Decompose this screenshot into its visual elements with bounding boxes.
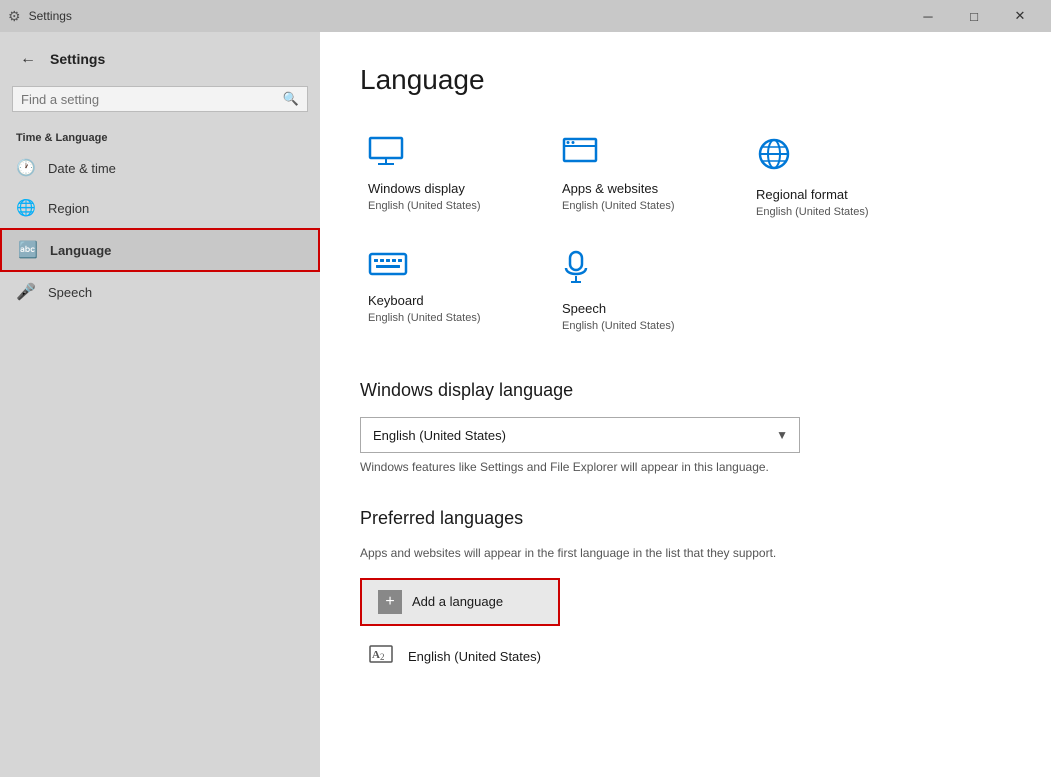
windows-display-icon [368, 136, 522, 173]
sidebar-item-label-date-time: Date & time [48, 161, 116, 176]
settings-icon: ⚙ [8, 8, 21, 25]
sidebar-item-label-speech: Speech [48, 285, 92, 300]
language-dropdown[interactable]: English (United States) [360, 417, 800, 453]
language-icon: 🔤 [18, 240, 38, 260]
category-sub-windows-display: English (United States) [368, 200, 522, 212]
category-regional-format[interactable]: Regional format English (United States) [748, 124, 918, 230]
plus-icon: + [378, 590, 402, 614]
language-list-item-english[interactable]: A 2 English (United States) [360, 630, 1003, 684]
preferred-languages-section: Preferred languages Apps and websites wi… [360, 508, 1003, 684]
language-dropdown-wrapper: English (United States) ▼ [360, 417, 800, 453]
sidebar-section-title: Time & Language [0, 124, 320, 148]
speech-category-icon [562, 250, 716, 293]
main-content: Language Windows display English (United… [320, 32, 1051, 777]
category-windows-display[interactable]: Windows display English (United States) [360, 124, 530, 230]
add-language-button[interactable]: + Add a language [360, 578, 560, 626]
keyboard-icon [368, 250, 522, 285]
date-time-icon: 🕐 [16, 158, 36, 178]
category-name-apps-websites: Apps & websites [562, 181, 716, 196]
sidebar-item-language[interactable]: 🔤 Language [0, 228, 320, 272]
sidebar-item-speech[interactable]: 🎤 Speech [0, 272, 320, 312]
sidebar-item-label-language: Language [50, 243, 111, 258]
search-box[interactable]: 🔍 [12, 86, 308, 112]
maximize-button[interactable]: □ [951, 0, 997, 32]
sidebar-app-title: Settings [50, 51, 105, 67]
minimize-button[interactable]: ─ [905, 0, 951, 32]
search-input[interactable] [21, 92, 283, 107]
category-apps-websites[interactable]: Apps & websites English (United States) [554, 124, 724, 230]
category-sub-keyboard: English (United States) [368, 312, 522, 324]
page-title: Language [360, 64, 1003, 96]
sidebar-item-label-region: Region [48, 201, 89, 216]
category-grid: Windows display English (United States) … [360, 124, 1003, 344]
preferred-languages-description: Apps and websites will appear in the fir… [360, 545, 1003, 562]
sidebar-nav: 🕐 Date & time 🌐 Region 🔤 Language 🎤 Spee… [0, 148, 320, 777]
windows-display-lang-title: Windows display language [360, 380, 1003, 401]
category-name-keyboard: Keyboard [368, 293, 522, 308]
close-button[interactable]: ✕ [997, 0, 1043, 32]
add-language-label: Add a language [412, 594, 503, 609]
sidebar-header: ← Settings [0, 36, 320, 82]
category-name-regional-format: Regional format [756, 187, 910, 202]
category-keyboard[interactable]: Keyboard English (United States) [360, 238, 530, 344]
title-bar-controls: ─ □ ✕ [905, 0, 1043, 32]
sidebar-item-date-time[interactable]: 🕐 Date & time [0, 148, 320, 188]
region-icon: 🌐 [16, 198, 36, 218]
windows-display-lang-description: Windows features like Settings and File … [360, 459, 800, 476]
svg-text:A: A [372, 649, 380, 661]
windows-display-language-section: Windows display language English (United… [360, 380, 1003, 476]
title-bar: ⚙ Settings ─ □ ✕ [0, 0, 1051, 32]
regional-format-icon [756, 136, 910, 179]
preferred-languages-title: Preferred languages [360, 508, 1003, 529]
category-name-windows-display: Windows display [368, 181, 522, 196]
back-button[interactable]: ← [16, 46, 40, 72]
sidebar-item-region[interactable]: 🌐 Region [0, 188, 320, 228]
title-bar-label: Settings [29, 9, 905, 23]
svg-text:2: 2 [380, 652, 385, 662]
apps-websites-icon [562, 136, 716, 173]
search-button[interactable]: 🔍 [283, 91, 299, 107]
english-lang-name: English (United States) [408, 649, 541, 664]
category-sub-regional-format: English (United States) [756, 206, 910, 218]
category-sub-speech: English (United States) [562, 320, 716, 332]
speech-icon: 🎤 [16, 282, 36, 302]
sidebar: ← Settings 🔍 Time & Language 🕐 Date & ti… [0, 32, 320, 777]
app-body: ← Settings 🔍 Time & Language 🕐 Date & ti… [0, 32, 1051, 777]
category-name-speech: Speech [562, 301, 716, 316]
category-speech[interactable]: Speech English (United States) [554, 238, 724, 344]
english-lang-icon: A 2 [368, 640, 396, 674]
category-sub-apps-websites: English (United States) [562, 200, 716, 212]
